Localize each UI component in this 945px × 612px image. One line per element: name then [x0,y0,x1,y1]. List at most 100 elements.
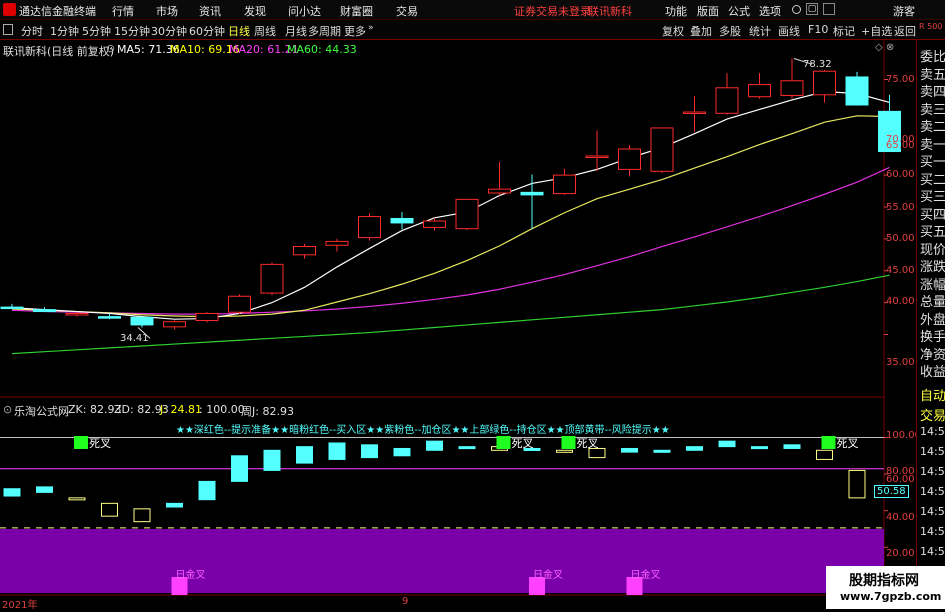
user-icon[interactable] [792,5,801,14]
indicator-bar [783,444,801,449]
sidebar-label[interactable]: 14:56 [920,505,945,518]
tab-period-daily[interactable]: 日线 [228,23,250,39]
tab-period-60min[interactable]: 60分钟 [189,23,225,39]
tab-period-weekly[interactable]: 周线 [254,23,276,39]
sidebar-label[interactable]: 交易 [920,405,945,424]
y-tick: 40.00 [886,296,915,307]
menu-function[interactable]: 功能 [665,3,687,19]
sidebar-label: 换手 [920,330,945,345]
draw-line-button[interactable]: 画线 [778,23,800,39]
menu-item-fortune[interactable]: 财富圈 [340,3,373,19]
candle-body [423,220,446,228]
candle-body [65,312,89,316]
login-notice[interactable]: 证券交易未登录 [514,3,591,19]
watermark-title: 股期指标网 [849,573,919,589]
tab-period-5min[interactable]: 5分钟 [82,23,111,39]
tab-period-intraday[interactable]: 分时 [21,23,43,39]
period-toolbar: 分时 1分钟 5分钟 15分钟 30分钟 60分钟 日线 周线 月线 多周期 更… [0,20,945,40]
sidebar-label[interactable]: 自动 [920,385,945,404]
sidebar-label[interactable]: 14:56 [920,445,945,458]
sidebar-label: 买三 [920,190,945,205]
candle-body [358,216,381,239]
menu-options[interactable]: 选项 [759,3,781,19]
indicator-bar [263,449,281,471]
app-title: 通达信金融终端 [19,5,96,18]
dead-cross-marker [821,436,836,449]
back-button[interactable]: 返回 [894,23,916,39]
y-tick: 35.00 [886,357,915,368]
watermark: 股期指标网 www.7gpzb.com [826,566,945,609]
month-label: 9 [402,596,409,607]
menu-formula[interactable]: 公式 [728,3,750,19]
menu-item-discover[interactable]: 发现 [244,3,266,19]
sidebar-label[interactable]: 14:56 [920,485,945,498]
tab-period-30min[interactable]: 30分钟 [151,23,187,39]
sidebar-label[interactable]: 14:56 [920,465,945,478]
settings-icon[interactable]: ⊙ [106,42,115,55]
tab-period-monthly[interactable]: 月线 [285,23,307,39]
sidebar-label[interactable]: 14:56 [920,545,945,558]
tab-period-multi[interactable]: 多周期 [308,23,341,39]
golden-cross-label: 日金叉 [533,568,563,581]
minimize-button[interactable]: ▢ [806,3,818,15]
sub-y-tick: 20.00 [886,548,915,559]
overlay-button[interactable]: 叠加 [690,23,712,39]
add-watchlist-button[interactable]: +自选 [861,23,892,39]
dead-cross-label: 死叉 [512,437,534,450]
statistics-button[interactable]: 统计 [749,23,771,39]
indicator-bar [653,449,671,453]
tab-period-1min[interactable]: 1分钟 [50,23,79,39]
sidebar-toggle-icon[interactable] [3,24,13,35]
tab-period-more[interactable]: 更多 [344,23,366,39]
high-price-label: 78.32 [803,59,832,70]
current-value-box: 50.58 [874,485,909,498]
sidebar-label[interactable]: 14:56 [920,525,945,538]
menu-item-market[interactable]: 市场 [156,3,178,19]
indicator-bar [393,447,411,457]
ma20-line [11,166,890,315]
message-icon[interactable] [823,3,835,15]
indicator-title: 乐淘公式网 [14,405,69,418]
tab-period-15min[interactable]: 15分钟 [114,23,150,39]
panel-close-icon[interactable]: ◇ ⊗ [875,42,894,53]
candle-body [520,191,544,196]
sidebar-label: 涨跌 [920,260,945,275]
mark-button[interactable]: 标记 [833,23,855,39]
corner-label: R 500 [919,22,943,31]
candle-body [845,76,869,106]
sidebar-label: 卖五 [920,67,945,83]
menu-item-quotes[interactable]: 行情 [112,3,134,19]
menu-item-assistant[interactable]: 问小达 [288,3,321,19]
dead-cross-marker [496,436,511,449]
indicator-toggle-icon[interactable]: ⊙ [3,403,12,416]
app-logo-icon [3,3,16,16]
sidebar-label: 买五 [920,225,945,240]
indicator-bar [3,488,21,497]
j-value: J: 24.81 [160,403,202,416]
kline-chart[interactable]: 死叉 死叉 死叉 死叉日金叉 日金叉 日金叉 [0,40,916,609]
indicator-bar [68,497,86,501]
candle-body [488,188,511,194]
menu-item-news[interactable]: 资讯 [199,3,221,19]
sidebar-label: 买一 [920,155,945,170]
watermark-url: www.7gpzb.com [840,590,942,603]
purple-zone [0,528,884,593]
user-label[interactable]: 游客 [893,3,915,19]
f10-button[interactable]: F10 [808,23,828,36]
chart-area[interactable]: 死叉 死叉 死叉 死叉 日金叉 日金叉 日金叉 联讯新科(日线 前复权) ⊙ MA5: 71… [0,40,921,611]
candle-body [683,111,706,115]
adjust-button[interactable]: 复权 [662,23,684,39]
hundred-value: : 100.00 [199,403,245,416]
golden-cross-label: 日金叉 [176,568,206,581]
stock-title: 联讯新科(日线 前复权) [3,45,115,58]
candle-body [780,80,804,96]
sidebar-label[interactable]: 14:56 [920,425,945,438]
menu-item-trade[interactable]: 交易 [396,3,418,19]
candle-body [455,198,479,230]
menu-layout[interactable]: 版面 [697,3,719,19]
candle-body [748,84,771,98]
y-tick: 65.00 [886,140,915,151]
multi-stock-button[interactable]: 多股 [719,23,741,39]
sidebar-label: 涨幅 [920,277,945,293]
chevron-down-icon[interactable]: » [368,23,374,33]
